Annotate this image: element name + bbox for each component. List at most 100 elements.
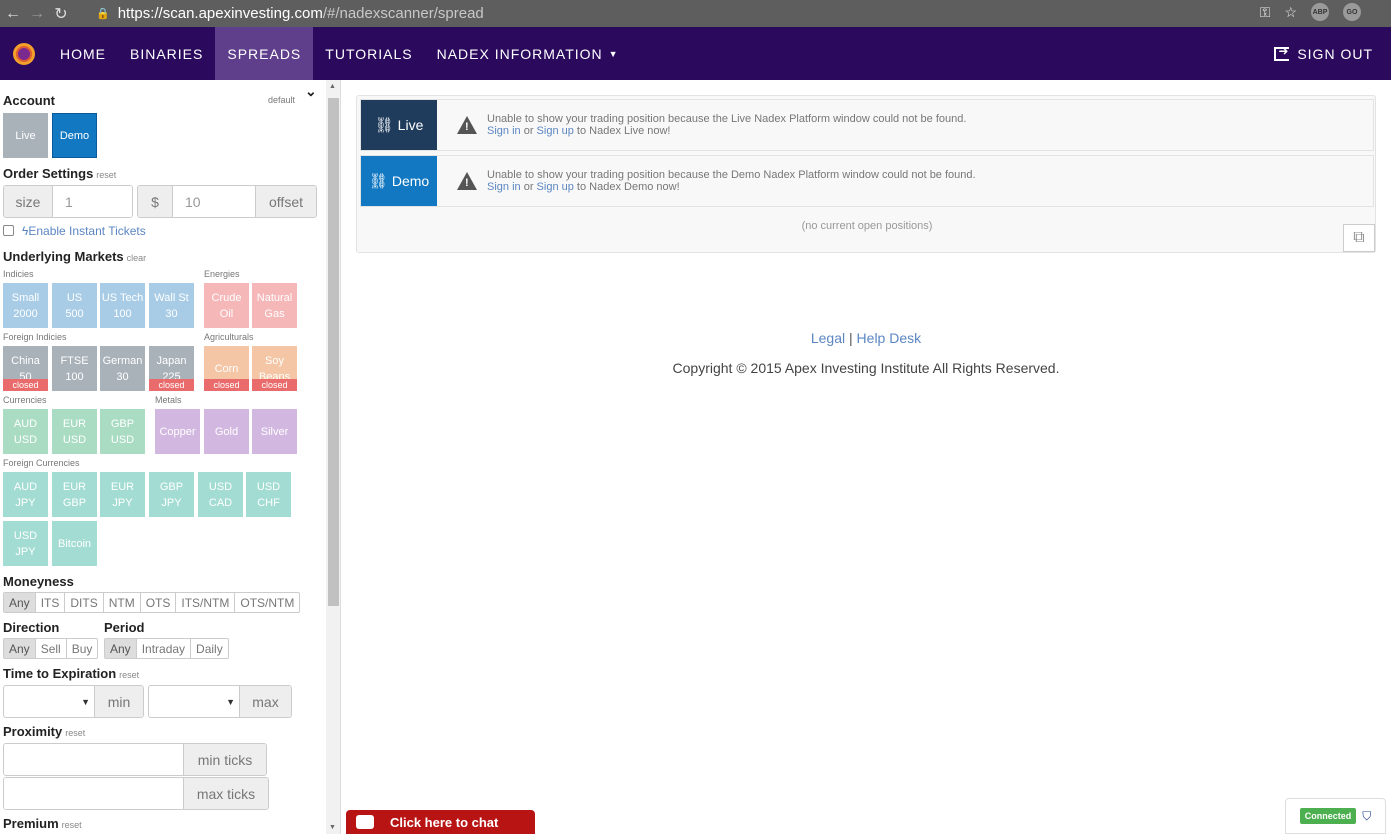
- tile-gbp-usd[interactable]: GBP USD: [100, 409, 145, 454]
- moneyness-any[interactable]: Any: [4, 593, 36, 612]
- live-sign-up-link[interactable]: Sign up: [537, 125, 574, 137]
- demo-tag[interactable]: ⛓ Demo: [361, 156, 437, 206]
- demo-tag-label: Demo: [391, 173, 430, 189]
- scroll-up-icon[interactable]: ▲: [329, 83, 336, 90]
- nav-binaries[interactable]: BINARIES: [118, 27, 215, 80]
- chat-button[interactable]: Click here to chat: [346, 810, 535, 834]
- nav-spreads[interactable]: SPREADS: [215, 27, 314, 80]
- moneyness-ots[interactable]: OTS: [141, 593, 177, 612]
- direction-any[interactable]: Any: [4, 639, 36, 658]
- underlying-markets-label: Underlying Markets clear: [3, 249, 146, 264]
- moneyness-its-ntm[interactable]: ITS/NTM: [176, 593, 236, 612]
- tile-silver[interactable]: Silver: [252, 409, 297, 454]
- order-reset-link[interactable]: reset: [96, 170, 116, 180]
- connection-status: Connected ⛉: [1285, 798, 1386, 834]
- expiration-max-select[interactable]: ▼: [148, 685, 240, 718]
- size-input[interactable]: 1: [52, 186, 132, 217]
- tile-gbp-jpy[interactable]: GBP JPY: [149, 472, 194, 517]
- period-any[interactable]: Any: [105, 639, 137, 658]
- account-default-link[interactable]: default: [268, 95, 295, 105]
- period-intraday[interactable]: Intraday: [137, 639, 192, 658]
- moneyness-ots-ntm[interactable]: OTS/NTM: [235, 593, 299, 612]
- chat-bubble-icon: [356, 815, 374, 829]
- tile-wall-st-30[interactable]: Wall St 30: [149, 283, 194, 328]
- expiration-title: Time to Expiration: [3, 666, 117, 681]
- expiration-min-select[interactable]: ▼: [3, 685, 95, 718]
- demo-sign-in-link[interactable]: Sign in: [487, 181, 521, 193]
- tile-aud-usd[interactable]: AUD USD: [3, 409, 48, 454]
- expiration-reset-link[interactable]: reset: [119, 670, 139, 680]
- star-icon[interactable]: ☆: [1284, 4, 1297, 21]
- collapse-chevron-icon[interactable]: ⌄: [305, 83, 317, 100]
- no-positions-text: (no current open positions): [801, 220, 933, 232]
- instant-tickets-checkbox[interactable]: [3, 225, 14, 236]
- period-daily[interactable]: Daily: [191, 639, 228, 658]
- tile-small-2000[interactable]: Small 2000: [3, 283, 48, 328]
- popout-icon[interactable]: ⧉: [1343, 224, 1375, 252]
- underlying-clear-link[interactable]: clear: [127, 253, 147, 263]
- direction-buy[interactable]: Buy: [67, 639, 98, 658]
- tile-natural-gas[interactable]: Natural Gas: [252, 283, 297, 328]
- tile-china-50[interactable]: China 50 closed: [3, 346, 48, 391]
- instant-tickets-label[interactable]: ϟEnable Instant Tickets: [22, 224, 146, 238]
- proximity-reset-link[interactable]: reset: [65, 728, 85, 738]
- demo-message: Unable to show your trading position bec…: [487, 169, 976, 193]
- tile-usd-cad[interactable]: USD CAD: [198, 472, 243, 517]
- reload-icon[interactable]: ↻: [50, 4, 72, 24]
- account-live-button[interactable]: Live: [3, 113, 48, 158]
- live-tag[interactable]: ⛓ Live: [361, 100, 437, 150]
- select-caret-icon: ▼: [226, 696, 235, 707]
- sign-out-label: SIGN OUT: [1297, 45, 1373, 62]
- legal-link[interactable]: Legal: [811, 330, 845, 346]
- tile-usd-chf[interactable]: USD CHF: [246, 472, 291, 517]
- direction-sell[interactable]: Sell: [36, 639, 67, 658]
- moneyness-ntm[interactable]: NTM: [104, 593, 141, 612]
- premium-reset-link[interactable]: reset: [62, 820, 82, 830]
- proximity-min-input[interactable]: [4, 744, 184, 775]
- shield-icon[interactable]: ⛉: [1362, 809, 1371, 824]
- apex-logo[interactable]: [0, 27, 48, 80]
- offset-input[interactable]: 10: [172, 186, 256, 217]
- tile-crude-oil[interactable]: Crude Oil: [204, 283, 249, 328]
- go-extension-icon[interactable]: GO: [1343, 3, 1361, 21]
- account-demo-button[interactable]: Demo: [52, 113, 97, 158]
- sidebar-scrollbar-thumb[interactable]: [328, 98, 339, 606]
- nav-nadex-information[interactable]: NADEX INFORMATION ▼: [425, 27, 631, 80]
- forward-icon[interactable]: →: [26, 4, 48, 24]
- back-icon[interactable]: ←: [2, 4, 24, 24]
- currency-addon: $: [138, 186, 172, 217]
- instant-tickets-text: Enable Instant Tickets: [28, 224, 146, 238]
- proximity-max-input[interactable]: [4, 778, 184, 809]
- tile-corn[interactable]: Corn closed: [204, 346, 249, 391]
- scroll-down-icon[interactable]: ▼: [329, 824, 336, 831]
- tile-label: JPY: [161, 496, 182, 509]
- nav-home[interactable]: HOME: [48, 27, 118, 80]
- footer-links: Legal | Help Desk: [341, 330, 1391, 346]
- tile-japan-225[interactable]: Japan 225 closed: [149, 346, 194, 391]
- tile-usd-jpy[interactable]: USD JPY: [3, 521, 48, 566]
- sign-out-button[interactable]: SIGN OUT: [1274, 27, 1373, 80]
- live-sign-in-link[interactable]: Sign in: [487, 125, 521, 137]
- nav-tutorials[interactable]: TUTORIALS: [313, 27, 424, 80]
- tile-label: US Tech: [101, 291, 144, 304]
- help-desk-link[interactable]: Help Desk: [857, 330, 922, 346]
- address-bar[interactable]: 🔒 https://scan.apexinvesting.com/#/nadex…: [96, 3, 484, 23]
- moneyness-its[interactable]: ITS: [36, 593, 66, 612]
- key-icon[interactable]: ⚿: [1260, 4, 1271, 21]
- tile-eur-usd[interactable]: EUR USD: [52, 409, 97, 454]
- tile-german-30[interactable]: German 30: [100, 346, 145, 391]
- tile-ftse-100[interactable]: FTSE 100: [52, 346, 97, 391]
- tile-us-500[interactable]: US 500: [52, 283, 97, 328]
- moneyness-dits[interactable]: DITS: [65, 593, 104, 612]
- tile-us-tech-100[interactable]: US Tech 100: [100, 283, 145, 328]
- tile-eur-jpy[interactable]: EUR JPY: [100, 472, 145, 517]
- tile-eur-gbp[interactable]: EUR GBP: [52, 472, 97, 517]
- tile-soy-beans[interactable]: Soy Beans closed: [252, 346, 297, 391]
- adblock-extension-icon[interactable]: ABP: [1311, 3, 1329, 21]
- tile-label: AUD: [13, 417, 38, 430]
- demo-sign-up-link[interactable]: Sign up: [537, 181, 574, 193]
- tile-gold[interactable]: Gold: [204, 409, 249, 454]
- tile-bitcoin[interactable]: Bitcoin: [52, 521, 97, 566]
- tile-aud-jpy[interactable]: AUD JPY: [3, 472, 48, 517]
- tile-copper[interactable]: Copper: [155, 409, 200, 454]
